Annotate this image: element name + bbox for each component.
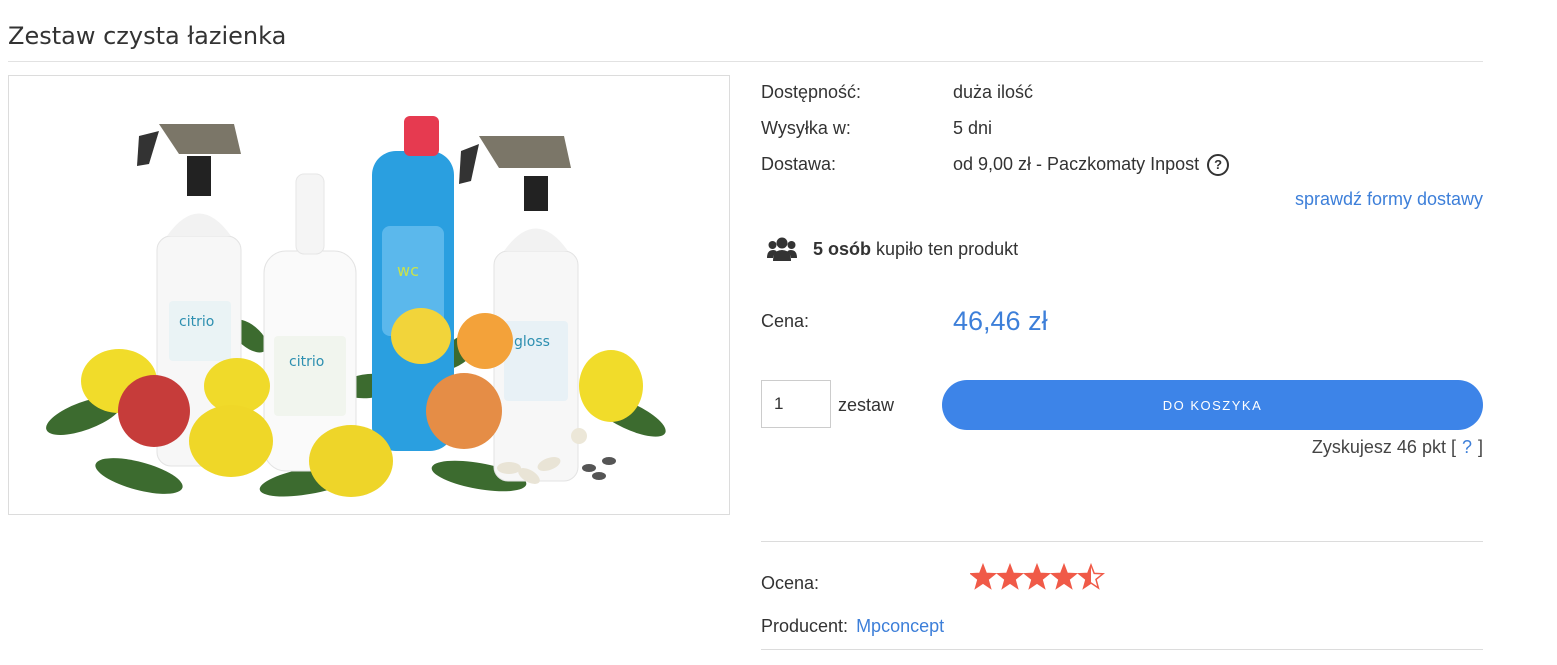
delivery-value: od 9,00 zł - Paczkomaty Inpost [953, 154, 1200, 174]
delivery-value-wrap: od 9,00 zł - Paczkomaty Inpost? [953, 154, 1230, 176]
bought-count: 5 osób [813, 238, 872, 259]
rating-star [997, 564, 1023, 589]
delivery-label: Dostawa: [761, 154, 837, 174]
rating-star [1051, 564, 1077, 589]
quantity-unit: zestaw [838, 395, 895, 415]
check-delivery-link[interactable]: sprawdź formy dostawy [1295, 189, 1483, 210]
price-value: 46,46 zł [953, 306, 1048, 336]
star-rating-icon [970, 564, 1104, 589]
availability-value: duża ilość [953, 82, 1034, 102]
divider-top [761, 541, 1483, 542]
product-photo: citrio citrio wc gloss [46, 116, 666, 497]
divider-bottom [761, 649, 1483, 650]
shipping-label: Wysyłka w: [761, 118, 851, 138]
title-divider [8, 61, 1483, 62]
loyalty-points: Zyskujesz 46 pkt [?] [1312, 437, 1483, 458]
bought-text: kupiło ten produkt [876, 238, 1019, 259]
rating-stars[interactable] [970, 563, 1105, 596]
users-icon [767, 237, 797, 261]
rating-star [970, 564, 996, 589]
product-image[interactable]: citrio citrio wc gloss [8, 75, 730, 515]
producer-row: Producent: Mpconcept [761, 616, 944, 637]
points-close: ] [1477, 437, 1483, 457]
producer-label: Producent: [761, 616, 849, 636]
points-help-link[interactable]: ? [1462, 437, 1472, 457]
svg-text:citrio: citrio [179, 314, 214, 330]
svg-text:wc: wc [397, 261, 419, 280]
rating-star [1078, 564, 1104, 589]
svg-text:gloss: gloss [514, 334, 550, 350]
rating-star [1024, 564, 1050, 589]
delivery-help-icon[interactable]: ? [1207, 154, 1230, 176]
quantity-input[interactable] [761, 380, 831, 428]
points-text: Zyskujesz 46 pkt [ [1311, 437, 1456, 457]
bought-info: 5 osób kupiło ten produkt [767, 236, 1018, 262]
producer-link[interactable]: Mpconcept [856, 616, 944, 636]
rating-label: Ocena: [761, 573, 820, 593]
availability-label: Dostępność: [761, 82, 862, 102]
svg-text:citrio: citrio [289, 354, 324, 370]
shipping-value: 5 dni [953, 118, 993, 138]
add-to-cart-button[interactable]: DO KOSZYKA [942, 380, 1483, 430]
product-title: Zestaw czysta łazienka [8, 22, 287, 50]
price-label: Cena: [761, 311, 810, 331]
